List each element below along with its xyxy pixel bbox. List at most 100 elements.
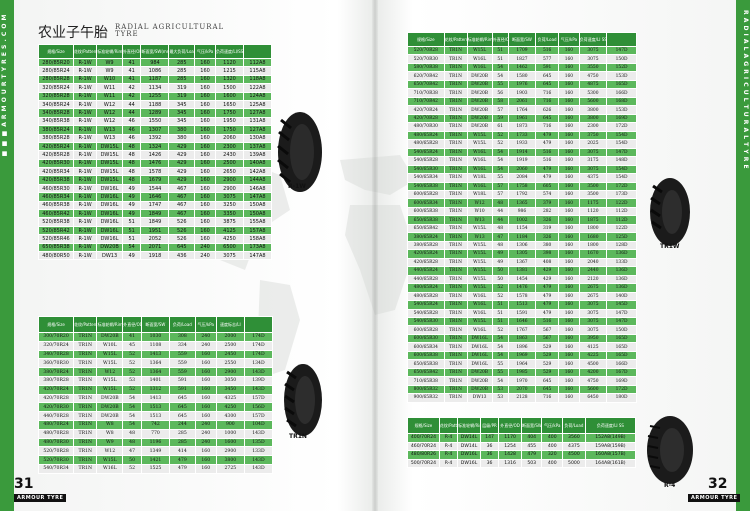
table-cell: 1134 bbox=[140, 83, 170, 93]
table-cell: 429 bbox=[168, 158, 196, 169]
table-cell: 716 bbox=[535, 122, 560, 132]
table-cell: 479 bbox=[520, 450, 543, 460]
table-cell: 49 bbox=[121, 200, 142, 211]
table-cell: 160 bbox=[558, 333, 580, 344]
table-cell: 2060 bbox=[507, 164, 537, 175]
table-cell: 900/65R32 bbox=[407, 393, 445, 403]
table-cell: 770 bbox=[140, 428, 171, 439]
table-cell: 143D bbox=[243, 455, 274, 465]
table-cell: 5600 bbox=[578, 384, 608, 395]
table-cell: 165D bbox=[606, 342, 637, 352]
table-row: 650/70R42 TR1N DW20B 55 1976 645 160 4875 165D bbox=[407, 79, 637, 90]
table-cell: 3075 bbox=[578, 316, 608, 327]
table-cell: 52 bbox=[491, 325, 509, 335]
table-cell: 160 bbox=[558, 88, 580, 98]
table-cell: TR1N bbox=[73, 437, 98, 448]
table-cell: 2025 bbox=[578, 139, 608, 149]
table-cell: W12 bbox=[96, 446, 124, 457]
table-cell: 900 bbox=[215, 419, 245, 430]
table-cell: 540/65R24 bbox=[407, 147, 445, 158]
table-row: 480/70R30 TR1N W9 48 1196 285 240 1600 135D bbox=[37, 437, 274, 448]
table-cell: 1951 bbox=[140, 225, 170, 236]
table-cell: 1307 bbox=[140, 125, 170, 135]
table-cell: 1800 bbox=[578, 223, 608, 234]
table-cell: 154D bbox=[606, 164, 637, 175]
tyre-label-tr1w: TR1W bbox=[660, 243, 680, 250]
table-cell: 160 bbox=[558, 274, 580, 285]
table-cell: 345 bbox=[168, 116, 196, 127]
table-row: 650/85R38 R-1W DW20B 54 2071 645 240 6500 173A8 bbox=[38, 242, 273, 253]
table-cell: 2500 bbox=[215, 340, 245, 351]
table-cell: TR1N bbox=[73, 349, 98, 360]
table-cell: 480/70R28 bbox=[37, 428, 75, 439]
table-cell: 540/65R28 bbox=[407, 308, 445, 319]
table-cell: R-1W bbox=[72, 66, 98, 76]
table-cell: 160 bbox=[558, 384, 580, 395]
table-cell: 54 bbox=[491, 376, 509, 386]
table-cell: 645 bbox=[169, 393, 196, 404]
table-cell: 47 bbox=[491, 232, 509, 242]
table-cell: W15L bbox=[466, 249, 493, 259]
table-row: 420/65R24 TR1N W15L 49 1305 398 160 1670 136D bbox=[407, 249, 637, 259]
table-cell: 1513 bbox=[140, 402, 171, 413]
page-title-english: RADIAL AGRICULTURAL TYRE bbox=[115, 23, 225, 38]
table-cell: DW20B bbox=[466, 384, 493, 395]
table-header-cell: 气压/kPa bbox=[194, 316, 217, 333]
table-cell: 1513 bbox=[140, 411, 171, 421]
table-cell: 340/70R28 bbox=[37, 349, 75, 360]
table-cell: 54 bbox=[122, 419, 142, 430]
table-cell: 300/70R20 bbox=[37, 332, 75, 342]
table-cell: 520/70R30 bbox=[37, 455, 75, 465]
table-cell: 36 bbox=[479, 441, 500, 451]
table-cell: 160 bbox=[194, 74, 217, 85]
table-cell: 41 bbox=[121, 57, 142, 68]
table-cell: 49 bbox=[121, 250, 142, 261]
table-cell: 153D bbox=[606, 105, 637, 115]
table-cell: DW16L bbox=[96, 209, 123, 219]
table-cell: 540/65R30 bbox=[407, 164, 445, 175]
table-cell: 54 bbox=[491, 62, 509, 73]
table-cell: 160 bbox=[558, 122, 580, 132]
table-row: 650/65R38 TR1N DW16L 55 1964 529 160 4500 166D bbox=[407, 359, 637, 369]
table-cell: 526 bbox=[168, 225, 196, 236]
table-cell: R-1W bbox=[72, 108, 98, 118]
table-cell: 160 bbox=[558, 105, 580, 115]
table-cell: 1120 bbox=[578, 206, 608, 217]
table-cell: 152A8(149B) bbox=[584, 433, 637, 443]
table-row: 340/85R24 R-1W W12 44 1188 345 160 1650 125A8 bbox=[38, 99, 273, 110]
table-cell: 54 bbox=[122, 411, 142, 421]
table-cell: 150D bbox=[606, 325, 637, 335]
table-cell: 1367 bbox=[507, 257, 537, 268]
table-header-cell: 负荷/Load bbox=[169, 316, 196, 333]
table-cell: 1875 bbox=[578, 215, 608, 225]
table-cell: 4375 bbox=[578, 173, 608, 183]
table-row: 280/85R28 R-1W W10 41 1187 285 160 1320 118A8 bbox=[38, 74, 273, 85]
table-cell: 240 bbox=[194, 250, 217, 261]
page-number-right: 32 bbox=[708, 476, 728, 492]
table-cell: TR1N bbox=[443, 274, 468, 285]
table-cell: 520/85R46 bbox=[38, 234, 74, 244]
table-cell: 160 bbox=[194, 83, 217, 93]
table-cell: R-1W bbox=[72, 175, 98, 185]
table-cell: W15L bbox=[96, 349, 124, 360]
table-cell: 479 bbox=[535, 283, 560, 293]
table-cell: 160 bbox=[558, 393, 580, 403]
table-cell: 174D bbox=[243, 340, 274, 351]
table-cell: 620/70R42 bbox=[407, 71, 445, 81]
table-cell: TR1N bbox=[73, 358, 98, 369]
table-cell: 285 bbox=[168, 57, 196, 68]
table-row: 540/65R28 TR1N W16L 51 1591 479 160 3075 147D bbox=[407, 308, 637, 319]
table-row: 480/70R28 TR1N W8 48 770 285 240 1000 143D bbox=[37, 428, 274, 439]
table-cell: 115A8 bbox=[242, 66, 273, 76]
table-cell: 429 bbox=[168, 141, 196, 152]
table-cell: 160 bbox=[558, 325, 580, 335]
table-cell: 1500 bbox=[215, 83, 244, 93]
table-row: 380/85R28 R-1W W13 46 1392 380 160 2060 130A8 bbox=[38, 133, 273, 143]
table-row: 340/85R38 R-1W W12 46 1550 345 160 1950 131A8 bbox=[38, 116, 273, 127]
table-row: 420/70R24 TR1N DW20B 57 1764 626 160 3800 153D bbox=[407, 105, 637, 115]
table-row: 520/70R30 TR1N W16L 51 1827 577 160 3075 150D bbox=[407, 54, 637, 64]
table-cell: 380 bbox=[535, 240, 560, 251]
table-row: 540/70R34 TR1N W16L 52 1525 479 160 2725 143D bbox=[37, 463, 274, 474]
table-row: 600/65R28 TR1N W18L 57 1792 574 160 3500 173D bbox=[407, 189, 637, 200]
table-cell: DW16L bbox=[96, 192, 123, 202]
